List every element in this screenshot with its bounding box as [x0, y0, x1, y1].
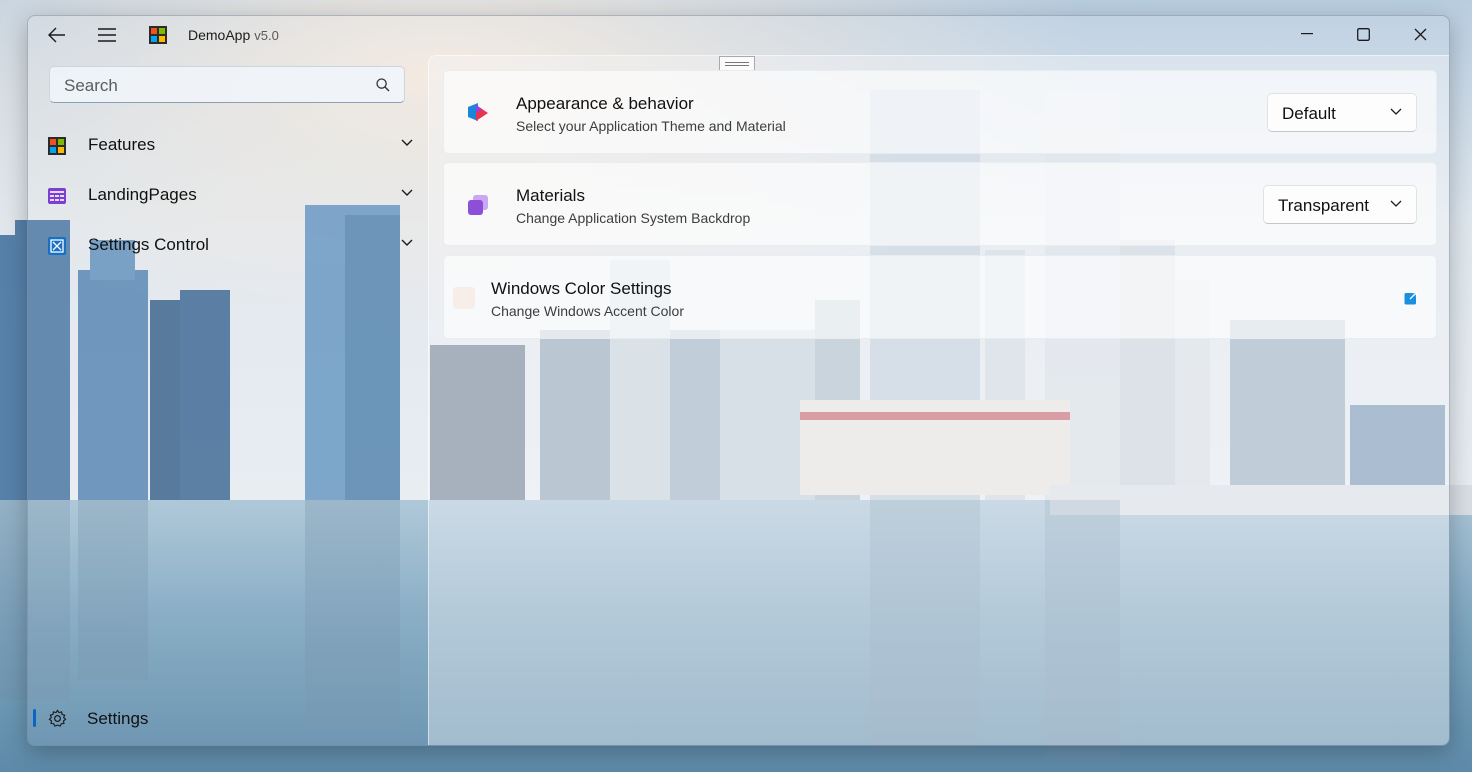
settings-label: Settings	[87, 709, 149, 728]
appearance-icon	[468, 103, 488, 121]
selection-indicator	[33, 709, 36, 727]
card-subtitle: Select your Application Theme and Materi…	[516, 118, 786, 134]
nav-item-settings[interactable]: Settings	[28, 704, 428, 734]
chevron-down-icon	[1390, 200, 1402, 207]
content-area: Appearance & behavior Select your Applic…	[428, 55, 1449, 745]
maximize-icon	[1356, 27, 1370, 41]
search-input[interactable]	[62, 75, 366, 97]
app-window: DemoAppv5.0 Features	[27, 15, 1450, 746]
chevron-down-icon[interactable]	[400, 188, 414, 198]
title-bar: DemoApp v5.0	[28, 16, 1449, 54]
features-icon	[48, 137, 66, 155]
app-logo-icon	[149, 26, 167, 44]
minimize-button[interactable]	[1279, 16, 1335, 52]
card-subtitle: Change Application System Backdrop	[516, 210, 751, 226]
app-version: v5.0	[254, 28, 279, 43]
minimize-icon	[1301, 33, 1313, 35]
chevron-down-icon	[1390, 108, 1402, 115]
landing-pages-icon	[48, 188, 66, 204]
gear-icon	[48, 709, 67, 727]
settings-control-icon	[48, 237, 66, 255]
nav-item-label: Settings Control	[88, 235, 209, 254]
chevron-down-icon[interactable]	[400, 238, 414, 248]
nav-item-label: Features	[88, 135, 156, 154]
theme-dropdown[interactable]: Default	[1267, 93, 1417, 132]
open-external-icon[interactable]	[1404, 291, 1418, 305]
color-palette-icon	[453, 287, 475, 309]
chevron-down-icon[interactable]	[400, 138, 414, 148]
nav-item-label: LandingPages	[88, 185, 197, 204]
card-title: Materials	[516, 186, 585, 205]
card-subtitle: Change Windows Accent Color	[491, 303, 684, 319]
dropdown-value: Transparent	[1278, 196, 1370, 215]
search-icon[interactable]	[376, 78, 390, 92]
arrow-left-icon	[48, 27, 65, 43]
back-button[interactable]	[34, 16, 80, 54]
pane-resize-grip[interactable]	[719, 56, 755, 71]
maximize-button[interactable]	[1335, 16, 1391, 52]
app-name: DemoApp	[188, 27, 251, 43]
nav-item-settings-control[interactable]: Settings Control	[42, 226, 414, 266]
search-box[interactable]	[49, 66, 405, 103]
materials-icon	[468, 195, 488, 215]
close-button[interactable]	[1392, 16, 1448, 52]
backdrop-dropdown[interactable]: Transparent	[1263, 185, 1417, 224]
card-title: Windows Color Settings	[491, 279, 672, 298]
nav-item-landingpages[interactable]: LandingPages	[42, 176, 414, 216]
hamburger-icon	[98, 28, 116, 42]
settings-card-appearance: Appearance & behavior Select your Applic…	[443, 70, 1437, 154]
settings-card-windows-color[interactable]: Windows Color Settings Change Windows Ac…	[443, 255, 1437, 339]
dropdown-value: Default	[1282, 104, 1336, 123]
settings-card-materials: Materials Change Application System Back…	[443, 162, 1437, 246]
close-icon	[1414, 28, 1426, 40]
card-title: Appearance & behavior	[516, 94, 694, 113]
nav-item-features[interactable]: Features	[42, 126, 414, 166]
menu-button[interactable]	[84, 16, 130, 54]
app-title: DemoApp v5.0	[188, 27, 279, 43]
